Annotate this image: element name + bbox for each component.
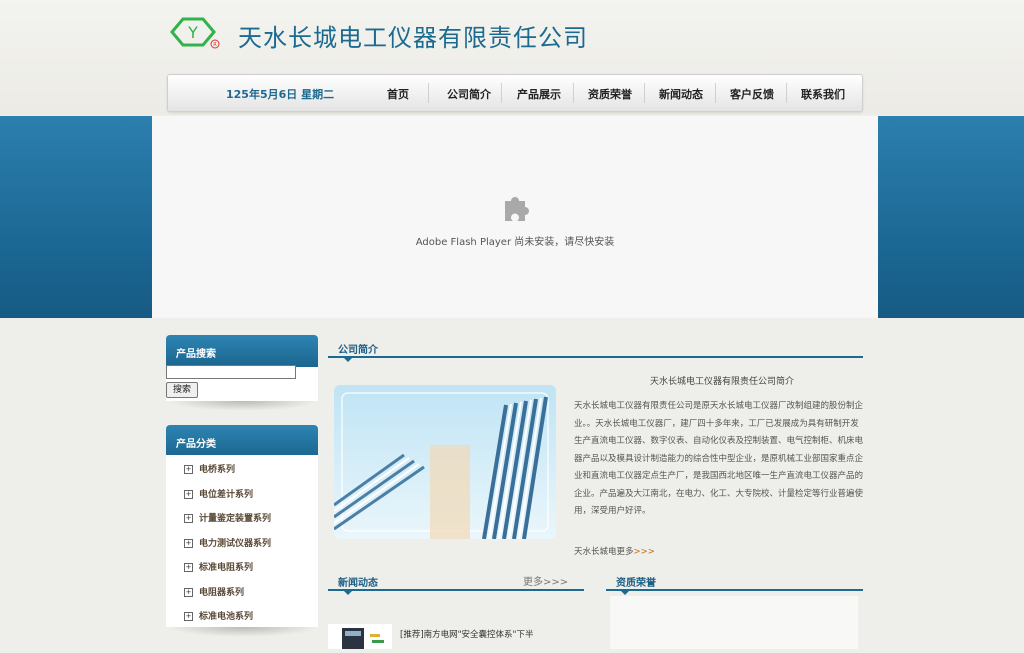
nav-feedback[interactable]: 客户反馈 xyxy=(730,86,774,102)
company-name: 天水长城电工仪器有限责任公司 xyxy=(238,24,588,52)
news-thumbnail xyxy=(328,624,392,649)
about-heading: 天水长城电工仪器有限责任公司简介 xyxy=(650,377,795,387)
category-label: 电阻器系列 xyxy=(199,588,245,598)
section-marker xyxy=(344,591,352,595)
svg-text:R: R xyxy=(213,42,217,48)
section-marker xyxy=(621,591,629,595)
section-marker xyxy=(344,358,352,362)
nav-divider xyxy=(715,83,716,103)
category-item[interactable]: + 电位差计系列 xyxy=(184,487,253,500)
expand-icon: + xyxy=(184,490,193,499)
search-box-title: 产品搜索 xyxy=(176,349,216,360)
about-more-arrows: >>> xyxy=(633,547,655,557)
nav-contact[interactable]: 联系我们 xyxy=(801,86,845,102)
nav-divider xyxy=(786,83,787,103)
news-section-title: 新闻动态 xyxy=(338,578,378,589)
company-logo: Y R xyxy=(170,17,220,49)
nav-news[interactable]: 新闻动态 xyxy=(659,86,703,102)
expand-icon: + xyxy=(184,588,193,597)
about-more-link[interactable]: 天水长城电更多>>> xyxy=(574,545,655,557)
search-button[interactable]: 搜索 xyxy=(166,382,198,398)
honors-section-rule xyxy=(606,589,863,591)
expand-icon: + xyxy=(184,539,193,548)
about-text: 天水长城电工仪器有限责任公司是原天水长城电工仪器厂改制组建的股份制企业。。天水长… xyxy=(574,401,864,516)
nav-honors[interactable]: 资质荣誉 xyxy=(588,86,632,102)
banner-right-band xyxy=(878,116,1024,318)
category-label: 电力测试仪器系列 xyxy=(199,539,272,549)
search-box-shadow xyxy=(168,401,318,411)
category-box-shadow xyxy=(168,627,318,637)
about-section-title: 公司简介 xyxy=(338,345,378,356)
category-label: 标准电阻系列 xyxy=(199,563,254,573)
news-section-rule xyxy=(328,589,584,591)
flash-placeholder[interactable]: Adobe Flash Player 尚未安装，请尽快安装 xyxy=(152,116,878,318)
category-box-header: 产品分类 xyxy=(166,425,318,457)
category-item[interactable]: + 电阻器系列 xyxy=(184,585,244,598)
category-label: 标准电池系列 xyxy=(199,612,254,622)
category-box-title: 产品分类 xyxy=(176,439,216,450)
search-input[interactable] xyxy=(166,365,296,379)
category-item[interactable]: + 电桥系列 xyxy=(184,462,235,475)
nav-about[interactable]: 公司简介 xyxy=(447,86,491,102)
honors-panel xyxy=(610,596,858,649)
current-date: 125年5月6日 星期二 xyxy=(226,88,335,101)
category-label: 电位差计系列 xyxy=(199,490,254,500)
category-item[interactable]: + 电力测试仪器系列 xyxy=(184,536,271,549)
about-more-label: 天水长城电更多 xyxy=(574,547,634,557)
main-nav: 125年5月6日 星期二 首页 公司简介 产品展示 资质荣誉 新闻动态 客户反馈… xyxy=(167,74,863,112)
nav-divider xyxy=(573,83,574,103)
news-more-link[interactable]: 更多>>> xyxy=(523,573,568,588)
category-label: 电桥系列 xyxy=(199,465,236,475)
svg-text:Y: Y xyxy=(187,23,198,42)
expand-icon: + xyxy=(184,514,193,523)
company-building-image xyxy=(334,385,556,539)
news-item[interactable]: [推荐]南方电网"安全囊控体系"下半 xyxy=(400,628,533,640)
nav-divider xyxy=(644,83,645,103)
banner-left-band xyxy=(0,116,152,318)
category-item[interactable]: + 标准电阻系列 xyxy=(184,560,253,573)
expand-icon: + xyxy=(184,612,193,621)
nav-divider xyxy=(501,83,502,103)
plugin-icon xyxy=(505,197,529,221)
expand-icon: + xyxy=(184,465,193,474)
search-box-header: 产品搜索 xyxy=(166,335,318,367)
nav-divider xyxy=(428,83,429,103)
category-label: 计量鉴定装置系列 xyxy=(199,514,272,524)
category-item[interactable]: + 计量鉴定装置系列 xyxy=(184,511,271,524)
nav-products[interactable]: 产品展示 xyxy=(517,86,561,102)
nav-home[interactable]: 首页 xyxy=(387,86,409,102)
flash-message: Adobe Flash Player 尚未安装，请尽快安装 xyxy=(415,237,615,248)
about-section-rule xyxy=(328,356,863,358)
category-item[interactable]: + 标准电池系列 xyxy=(184,609,253,622)
honors-section-title: 资质荣誉 xyxy=(616,578,656,589)
expand-icon: + xyxy=(184,563,193,572)
